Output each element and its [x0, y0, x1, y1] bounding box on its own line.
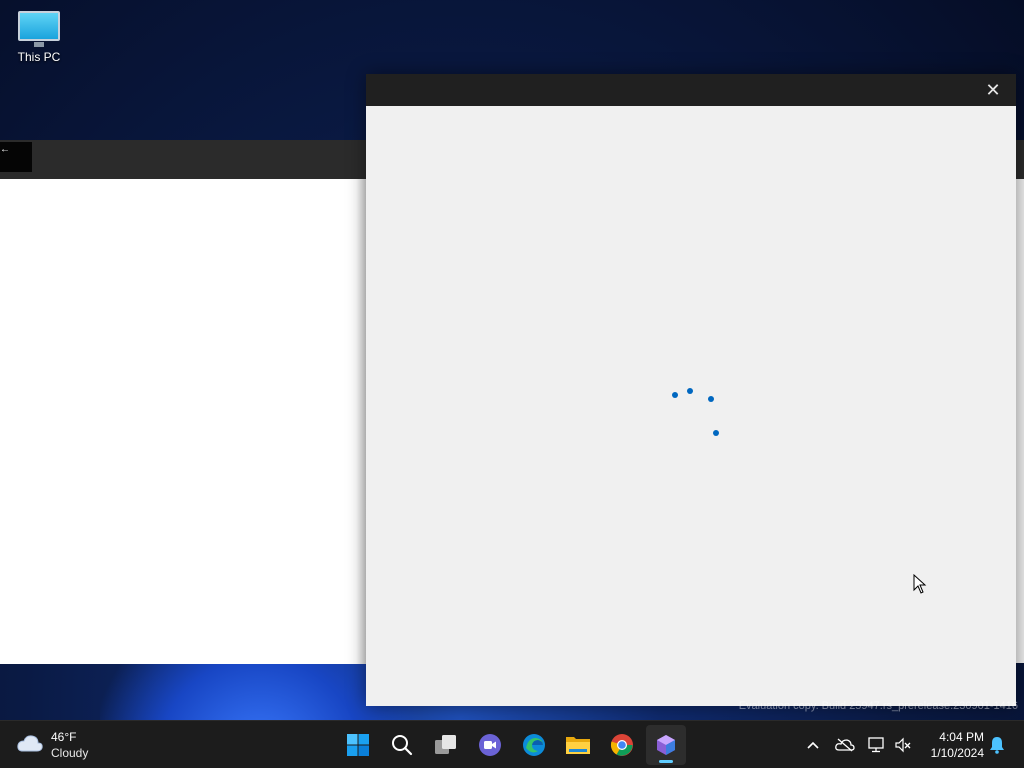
loading-spinner-icon: [666, 376, 726, 436]
network-icon: [868, 737, 884, 753]
weather-widget[interactable]: 46°F Cloudy: [16, 729, 126, 761]
cloud-icon: [17, 735, 43, 752]
spinner-dot: [672, 392, 678, 398]
volume-muted-icon: [895, 737, 911, 753]
onedrive-button[interactable]: [834, 733, 856, 757]
background-window-edge: [1016, 179, 1024, 663]
back-arrow-icon[interactable]: ←: [0, 142, 32, 172]
edge-button[interactable]: [514, 725, 554, 765]
volume-button[interactable]: [892, 733, 914, 757]
start-button[interactable]: [338, 725, 378, 765]
clock[interactable]: 4:04 PM 1/10/2024: [920, 729, 984, 761]
mouse-pointer-icon: [913, 574, 927, 594]
background-window-content: [0, 179, 366, 664]
monitor-icon: [18, 11, 60, 47]
chrome-button[interactable]: [602, 725, 642, 765]
task-view-icon: [435, 735, 456, 754]
weather-condition: Cloudy: [51, 746, 89, 760]
notifications-button[interactable]: [986, 733, 1008, 757]
chrome-icon: [610, 734, 633, 756]
folder-icon: [566, 737, 590, 754]
desktop-icon-this-pc[interactable]: This PC: [10, 8, 68, 64]
file-explorer-button[interactable]: [558, 725, 598, 765]
teams-chat-icon: [479, 734, 501, 756]
search-icon: [392, 735, 413, 756]
active-app-button[interactable]: [646, 725, 686, 765]
clock-date: 1/10/2024: [930, 746, 984, 760]
show-hidden-icons-button[interactable]: [802, 733, 824, 757]
close-button[interactable]: ✕: [970, 74, 1016, 106]
taskbar: 46°F Cloudy 4:04 PM 1/10/2024: [0, 720, 1024, 768]
loading-dialog: ✕: [366, 74, 1016, 706]
search-button[interactable]: [382, 725, 422, 765]
spinner-dot: [713, 430, 719, 436]
onedrive-icon: [835, 738, 855, 752]
desktop-icon-label: This PC: [17, 50, 61, 64]
task-view-button[interactable]: [426, 725, 466, 765]
network-button[interactable]: [866, 733, 888, 757]
app-cube-icon: [657, 735, 675, 755]
spinner-dot: [708, 396, 714, 402]
spinner-dot: [687, 388, 693, 394]
weather-temperature: 46°F: [51, 730, 77, 744]
windows-start-icon: [347, 734, 369, 756]
notification-bell-icon: [990, 737, 1004, 754]
edge-icon: [523, 734, 545, 756]
evaluation-watermark: Evaluation copy. Build 25947.rs_prerelea…: [738, 700, 1018, 712]
teams-chat-button[interactable]: [470, 725, 510, 765]
dialog-body: [366, 106, 1016, 706]
clock-time: 4:04 PM: [939, 730, 984, 744]
dialog-shadow: [356, 179, 366, 664]
dialog-titlebar[interactable]: ✕: [366, 74, 1016, 106]
chevron-up-icon: [807, 741, 819, 749]
